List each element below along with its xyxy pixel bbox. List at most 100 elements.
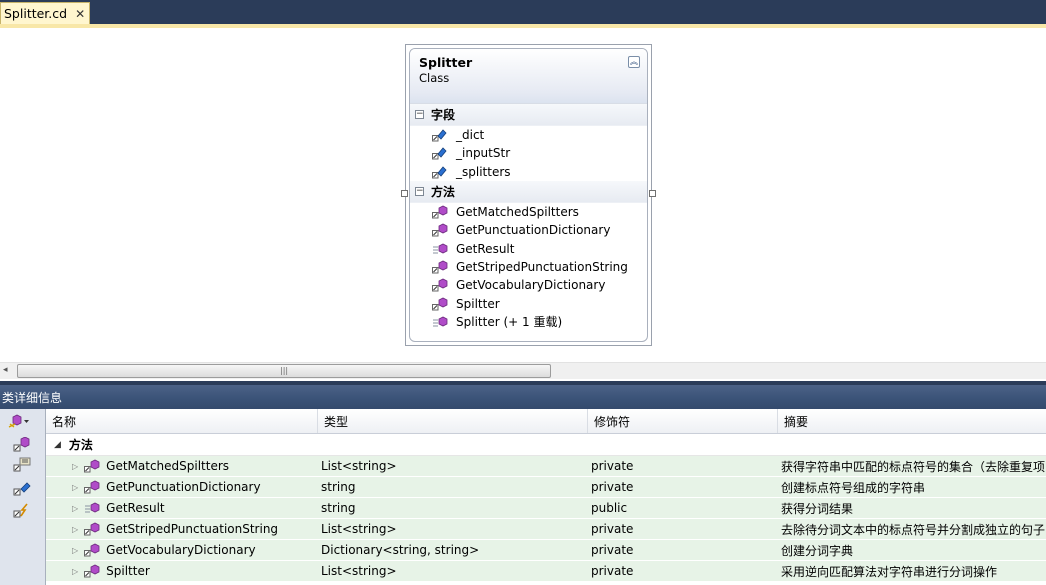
methods-compartment-header[interactable]: − 方法 bbox=[410, 180, 647, 203]
class-shape-body: Splitter Class ︽ − 字段 _dict _inputStr _spl… bbox=[409, 48, 648, 342]
scroll-left-arrow-icon[interactable]: ◂ bbox=[3, 365, 8, 375]
field-member[interactable]: _inputStr bbox=[410, 144, 647, 162]
summary-cell[interactable]: 采用逆向匹配算法对字符串进行分词操作 bbox=[778, 561, 1046, 581]
close-icon[interactable]: ✕ bbox=[75, 7, 85, 21]
expand-triangle-icon[interactable]: ▷ bbox=[72, 504, 78, 513]
new-member-dropdown-icon[interactable] bbox=[8, 414, 29, 430]
summary-cell[interactable]: 获得分词结果 bbox=[778, 498, 1046, 518]
type-cell[interactable]: List<string> bbox=[318, 456, 588, 476]
method-view-icon[interactable] bbox=[13, 436, 31, 453]
column-header-modifier[interactable]: 修饰符 bbox=[588, 409, 778, 433]
collapse-minus-icon[interactable]: − bbox=[415, 186, 424, 196]
table-row[interactable]: ▷ GetResult string public 获得分词结果 bbox=[46, 498, 1046, 519]
type-cell[interactable]: Dictionary<string, string> bbox=[318, 540, 588, 560]
table-row[interactable]: ▷ GetStripedPunctuationString List<string>… bbox=[46, 519, 1046, 540]
column-header-type[interactable]: 类型 bbox=[318, 409, 588, 433]
type-cell[interactable]: string bbox=[318, 498, 588, 518]
table-row[interactable]: ▷ GetPunctuationDictionary string private 创建… bbox=[46, 477, 1046, 498]
field-icon bbox=[432, 165, 448, 179]
class-kind: Class bbox=[419, 71, 450, 85]
modifier-cell[interactable]: public bbox=[588, 498, 778, 518]
field-name: _dict bbox=[456, 128, 485, 143]
method-member[interactable]: Spiltter bbox=[410, 294, 647, 312]
expand-triangle-icon[interactable]: ▷ bbox=[72, 567, 78, 576]
methods-group-row[interactable]: ◢ 方法 bbox=[46, 434, 1046, 456]
fields-compartment-title: 字段 bbox=[431, 108, 456, 122]
method-member[interactable]: GetStripedPunctuationString bbox=[410, 258, 647, 276]
summary-cell[interactable]: 创建标点符号组成的字符串 bbox=[778, 477, 1046, 497]
method-name: GetPunctuationDictionary bbox=[456, 223, 611, 238]
horizontal-scrollbar[interactable]: ◂ ||| bbox=[0, 362, 1046, 379]
private-method-icon bbox=[84, 543, 100, 557]
collapse-minus-icon[interactable]: − bbox=[415, 110, 424, 119]
field-member[interactable]: _dict bbox=[410, 126, 647, 144]
expand-triangle-icon[interactable]: ▷ bbox=[72, 525, 78, 534]
private-method-icon bbox=[84, 564, 100, 578]
fields-compartment-header[interactable]: − 字段 bbox=[410, 104, 647, 126]
methods-group-label: 方法 bbox=[68, 438, 93, 452]
method-member[interactable]: GetVocabularyDictionary bbox=[410, 276, 647, 294]
scroll-thumb[interactable]: ||| bbox=[17, 364, 551, 378]
modifier-cell[interactable]: private bbox=[588, 477, 778, 497]
summary-cell[interactable]: 创建分词字典 bbox=[778, 540, 1046, 560]
event-view-icon[interactable] bbox=[13, 503, 31, 519]
modifier-cell[interactable]: private bbox=[588, 456, 778, 476]
method-name: Splitter (+ 1 重载) bbox=[456, 315, 563, 330]
field-member[interactable]: _splitters bbox=[410, 163, 647, 181]
type-cell[interactable]: string bbox=[318, 477, 588, 497]
modifier-cell[interactable]: private bbox=[588, 561, 778, 581]
collapse-chevron-icon[interactable]: ︽ bbox=[628, 56, 640, 68]
field-icon bbox=[432, 146, 448, 160]
method-name: GetStripedPunctuationString bbox=[456, 259, 628, 274]
expand-triangle-icon[interactable]: ◢ bbox=[54, 440, 61, 450]
public-method-icon bbox=[84, 501, 100, 515]
expand-triangle-icon[interactable]: ▷ bbox=[72, 546, 78, 555]
fields-list: _dict _inputStr _splitters bbox=[410, 126, 647, 181]
member-name: GetMatchedSpiltters bbox=[106, 459, 230, 473]
name-cell: ▷ Spiltter bbox=[46, 561, 318, 581]
private-method-icon bbox=[432, 297, 448, 311]
private-method-icon bbox=[84, 522, 100, 536]
tab-label: Splitter.cd bbox=[4, 6, 68, 21]
class-shape-header[interactable]: Splitter Class ︽ bbox=[410, 49, 647, 104]
private-method-icon bbox=[84, 459, 100, 473]
name-cell: ▷ GetStripedPunctuationString bbox=[46, 519, 318, 539]
resize-handle-right[interactable] bbox=[649, 190, 656, 197]
member-name: GetResult bbox=[106, 501, 165, 515]
class-details-title: 类详细信息 bbox=[2, 390, 63, 405]
method-name: GetMatchedSpiltters bbox=[456, 205, 579, 220]
class-shape-splitter[interactable]: Splitter Class ︽ − 字段 _dict _inputStr _spl… bbox=[405, 44, 652, 346]
resize-handle-left[interactable] bbox=[401, 190, 408, 197]
member-name: Spiltter bbox=[106, 564, 150, 578]
expand-triangle-icon[interactable]: ▷ bbox=[72, 462, 78, 471]
private-method-icon bbox=[432, 223, 448, 237]
table-row[interactable]: ▷ Spiltter List<string> private 采用逆向匹配算法对字符串… bbox=[46, 561, 1046, 582]
private-method-icon bbox=[432, 278, 448, 292]
method-member[interactable]: GetPunctuationDictionary bbox=[410, 221, 647, 239]
class-designer-surface[interactable]: Splitter Class ︽ − 字段 _dict _inputStr _spl… bbox=[0, 28, 1046, 362]
method-member[interactable]: GetMatchedSpiltters bbox=[410, 203, 647, 221]
property-view-icon[interactable] bbox=[13, 457, 31, 473]
tab-splitter-cd[interactable]: Splitter.cd ✕ bbox=[0, 2, 90, 24]
column-header-name[interactable]: 名称 bbox=[46, 409, 318, 433]
method-member[interactable]: GetResult bbox=[410, 239, 647, 257]
name-cell: ▷ GetMatchedSpiltters bbox=[46, 456, 318, 476]
method-member[interactable]: Splitter (+ 1 重载) bbox=[410, 313, 647, 331]
member-name: GetPunctuationDictionary bbox=[106, 480, 261, 494]
type-cell[interactable]: List<string> bbox=[318, 519, 588, 539]
expand-triangle-icon[interactable]: ▷ bbox=[72, 483, 78, 492]
type-cell[interactable]: List<string> bbox=[318, 561, 588, 581]
summary-cell[interactable]: 获得字符串中匹配的标点符号的集合（去除重复项 bbox=[778, 456, 1046, 476]
method-name: GetResult bbox=[456, 241, 515, 256]
document-tab-strip: Splitter.cd ✕ bbox=[0, 0, 1046, 24]
column-header-summary[interactable]: 摘要 bbox=[778, 409, 1046, 433]
field-view-icon[interactable] bbox=[13, 481, 31, 497]
modifier-cell[interactable]: private bbox=[588, 519, 778, 539]
private-method-icon bbox=[84, 480, 100, 494]
grid-header: 名称 类型 修饰符 摘要 bbox=[46, 409, 1046, 434]
methods-list: GetMatchedSpiltters GetPunctuationDiction… bbox=[410, 203, 647, 331]
modifier-cell[interactable]: private bbox=[588, 540, 778, 560]
table-row[interactable]: ▷ GetMatchedSpiltters List<string> private 获… bbox=[46, 456, 1046, 477]
table-row[interactable]: ▷ GetVocabularyDictionary Dictionary<strin… bbox=[46, 540, 1046, 561]
summary-cell[interactable]: 去除待分词文本中的标点符号并分割成独立的句子 bbox=[778, 519, 1046, 539]
